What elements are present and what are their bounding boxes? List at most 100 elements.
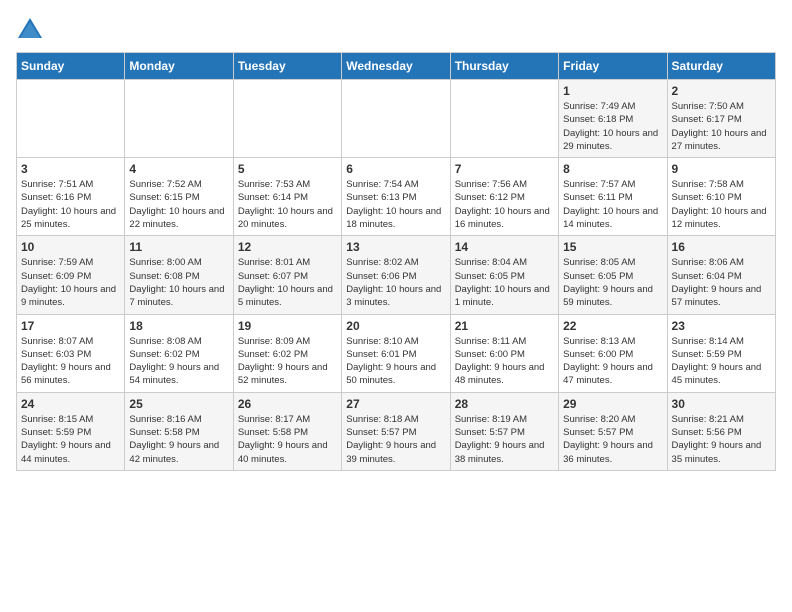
day-number: 30 (672, 397, 771, 411)
day-info: Sunrise: 8:16 AMSunset: 5:58 PMDaylight:… (129, 413, 228, 466)
calendar-cell: 28 Sunrise: 8:19 AMSunset: 5:57 PMDayligh… (450, 392, 558, 470)
calendar-cell: 6 Sunrise: 7:54 AMSunset: 6:13 PMDaylight… (342, 158, 450, 236)
day-info: Sunrise: 8:09 AMSunset: 6:02 PMDaylight:… (238, 335, 337, 388)
day-info: Sunrise: 8:10 AMSunset: 6:01 PMDaylight:… (346, 335, 445, 388)
day-number: 26 (238, 397, 337, 411)
day-info: Sunrise: 7:52 AMSunset: 6:15 PMDaylight:… (129, 178, 228, 231)
day-number: 1 (563, 84, 662, 98)
header (16, 16, 776, 44)
calendar-cell: 10 Sunrise: 7:59 AMSunset: 6:09 PMDayligh… (17, 236, 125, 314)
day-number: 22 (563, 319, 662, 333)
calendar-cell: 26Sunrise: 8:17 AMSunset: 5:58 PMDayligh… (233, 392, 341, 470)
calendar-table: SundayMondayTuesdayWednesdayThursdayFrid… (16, 52, 776, 471)
calendar-cell: 25 Sunrise: 8:16 AMSunset: 5:58 PMDayligh… (125, 392, 233, 470)
calendar-cell: 17 Sunrise: 8:07 AMSunset: 6:03 PMDayligh… (17, 314, 125, 392)
day-number: 25 (129, 397, 228, 411)
day-info: Sunrise: 8:05 AMSunset: 6:05 PMDaylight:… (563, 256, 662, 309)
calendar-cell: 19 Sunrise: 8:09 AMSunset: 6:02 PMDayligh… (233, 314, 341, 392)
day-number: 8 (563, 162, 662, 176)
weekday-header-friday: Friday (559, 53, 667, 80)
day-info: Sunrise: 8:07 AMSunset: 6:03 PMDaylight:… (21, 335, 120, 388)
weekday-header-monday: Monday (125, 53, 233, 80)
calendar-cell: 4 Sunrise: 7:52 AMSunset: 6:15 PMDaylight… (125, 158, 233, 236)
day-number: 13 (346, 240, 445, 254)
day-info: Sunrise: 7:53 AMSunset: 6:14 PMDaylight:… (238, 178, 337, 231)
logo-icon (16, 16, 44, 44)
day-info: Sunrise: 8:02 AMSunset: 6:06 PMDaylight:… (346, 256, 445, 309)
calendar-cell: 9 Sunrise: 7:58 AMSunset: 6:10 PMDaylight… (667, 158, 775, 236)
day-info: Sunrise: 8:08 AMSunset: 6:02 PMDaylight:… (129, 335, 228, 388)
calendar-cell: 24 Sunrise: 8:15 AMSunset: 5:59 PMDayligh… (17, 392, 125, 470)
weekday-header-thursday: Thursday (450, 53, 558, 80)
day-info: Sunrise: 8:00 AMSunset: 6:08 PMDaylight:… (129, 256, 228, 309)
logo (16, 16, 48, 44)
day-number: 2 (672, 84, 771, 98)
day-info: Sunrise: 7:54 AMSunset: 6:13 PMDaylight:… (346, 178, 445, 231)
day-info: Sunrise: 7:50 AMSunset: 6:17 PMDaylight:… (672, 100, 771, 153)
day-number: 16 (672, 240, 771, 254)
day-info: Sunrise: 8:14 AMSunset: 5:59 PMDaylight:… (672, 335, 771, 388)
calendar-cell: 18 Sunrise: 8:08 AMSunset: 6:02 PMDayligh… (125, 314, 233, 392)
weekday-header-tuesday: Tuesday (233, 53, 341, 80)
calendar-cell: 12 Sunrise: 8:01 AMSunset: 6:07 PMDayligh… (233, 236, 341, 314)
day-info: Sunrise: 8:21 AMSunset: 5:56 PMDaylight:… (672, 413, 771, 466)
calendar-cell: 11 Sunrise: 8:00 AMSunset: 6:08 PMDayligh… (125, 236, 233, 314)
day-number: 21 (455, 319, 554, 333)
day-number: 5 (238, 162, 337, 176)
calendar-cell: 30 Sunrise: 8:21 AMSunset: 5:56 PMDayligh… (667, 392, 775, 470)
calendar-cell: 1Sunrise: 7:49 AMSunset: 6:18 PMDaylight… (559, 80, 667, 158)
weekday-header-wednesday: Wednesday (342, 53, 450, 80)
calendar-cell: 22Sunrise: 8:13 AMSunset: 6:00 PMDayligh… (559, 314, 667, 392)
day-number: 17 (21, 319, 120, 333)
day-info: Sunrise: 8:15 AMSunset: 5:59 PMDaylight:… (21, 413, 120, 466)
calendar-cell (450, 80, 558, 158)
calendar-cell: 8 Sunrise: 7:57 AMSunset: 6:11 PMDaylight… (559, 158, 667, 236)
calendar-cell: 20 Sunrise: 8:10 AMSunset: 6:01 PMDayligh… (342, 314, 450, 392)
calendar-cell: 3 Sunrise: 7:51 AMSunset: 6:16 PMDaylight… (17, 158, 125, 236)
day-number: 18 (129, 319, 228, 333)
day-info: Sunrise: 7:59 AMSunset: 6:09 PMDaylight:… (21, 256, 120, 309)
day-info: Sunrise: 7:57 AMSunset: 6:11 PMDaylight:… (563, 178, 662, 231)
weekday-header-sunday: Sunday (17, 53, 125, 80)
day-number: 4 (129, 162, 228, 176)
calendar-cell: 29 Sunrise: 8:20 AMSunset: 5:57 PMDayligh… (559, 392, 667, 470)
day-info: Sunrise: 8:20 AMSunset: 5:57 PMDaylight:… (563, 413, 662, 466)
weekday-header-saturday: Saturday (667, 53, 775, 80)
calendar-cell: 2 Sunrise: 7:50 AMSunset: 6:17 PMDaylight… (667, 80, 775, 158)
day-number: 15 (563, 240, 662, 254)
day-number: 29 (563, 397, 662, 411)
day-number: 27 (346, 397, 445, 411)
day-number: 10 (21, 240, 120, 254)
day-number: 7 (455, 162, 554, 176)
calendar-cell: 15 Sunrise: 8:05 AMSunset: 6:05 PMDayligh… (559, 236, 667, 314)
day-number: 20 (346, 319, 445, 333)
calendar-cell: 16 Sunrise: 8:06 AMSunset: 6:04 PMDayligh… (667, 236, 775, 314)
calendar-cell: 23 Sunrise: 8:14 AMSunset: 5:59 PMDayligh… (667, 314, 775, 392)
calendar-header: SundayMondayTuesdayWednesdayThursdayFrid… (17, 53, 776, 80)
calendar-cell (17, 80, 125, 158)
calendar-cell (125, 80, 233, 158)
day-info: Sunrise: 8:18 AMSunset: 5:57 PMDaylight:… (346, 413, 445, 466)
day-number: 6 (346, 162, 445, 176)
calendar-cell: 21 Sunrise: 8:11 AMSunset: 6:00 PMDayligh… (450, 314, 558, 392)
day-number: 23 (672, 319, 771, 333)
day-info: Sunrise: 7:56 AMSunset: 6:12 PMDaylight:… (455, 178, 554, 231)
day-info: Sunrise: 8:01 AMSunset: 6:07 PMDaylight:… (238, 256, 337, 309)
calendar-cell: 14Sunrise: 8:04 AMSunset: 6:05 PMDayligh… (450, 236, 558, 314)
day-number: 11 (129, 240, 228, 254)
day-info: Sunrise: 8:19 AMSunset: 5:57 PMDaylight:… (455, 413, 554, 466)
day-number: 3 (21, 162, 120, 176)
day-info: Sunrise: 8:11 AMSunset: 6:00 PMDaylight:… (455, 335, 554, 388)
day-info: Sunrise: 8:04 AMSunset: 6:05 PMDaylight:… (455, 256, 554, 309)
day-info: Sunrise: 7:51 AMSunset: 6:16 PMDaylight:… (21, 178, 120, 231)
calendar-cell (233, 80, 341, 158)
day-number: 12 (238, 240, 337, 254)
day-number: 9 (672, 162, 771, 176)
calendar-cell: 7 Sunrise: 7:56 AMSunset: 6:12 PMDaylight… (450, 158, 558, 236)
calendar-cell: 13 Sunrise: 8:02 AMSunset: 6:06 PMDayligh… (342, 236, 450, 314)
day-info: Sunrise: 7:58 AMSunset: 6:10 PMDaylight:… (672, 178, 771, 231)
day-info: Sunrise: 8:06 AMSunset: 6:04 PMDaylight:… (672, 256, 771, 309)
day-number: 19 (238, 319, 337, 333)
day-number: 24 (21, 397, 120, 411)
day-number: 28 (455, 397, 554, 411)
